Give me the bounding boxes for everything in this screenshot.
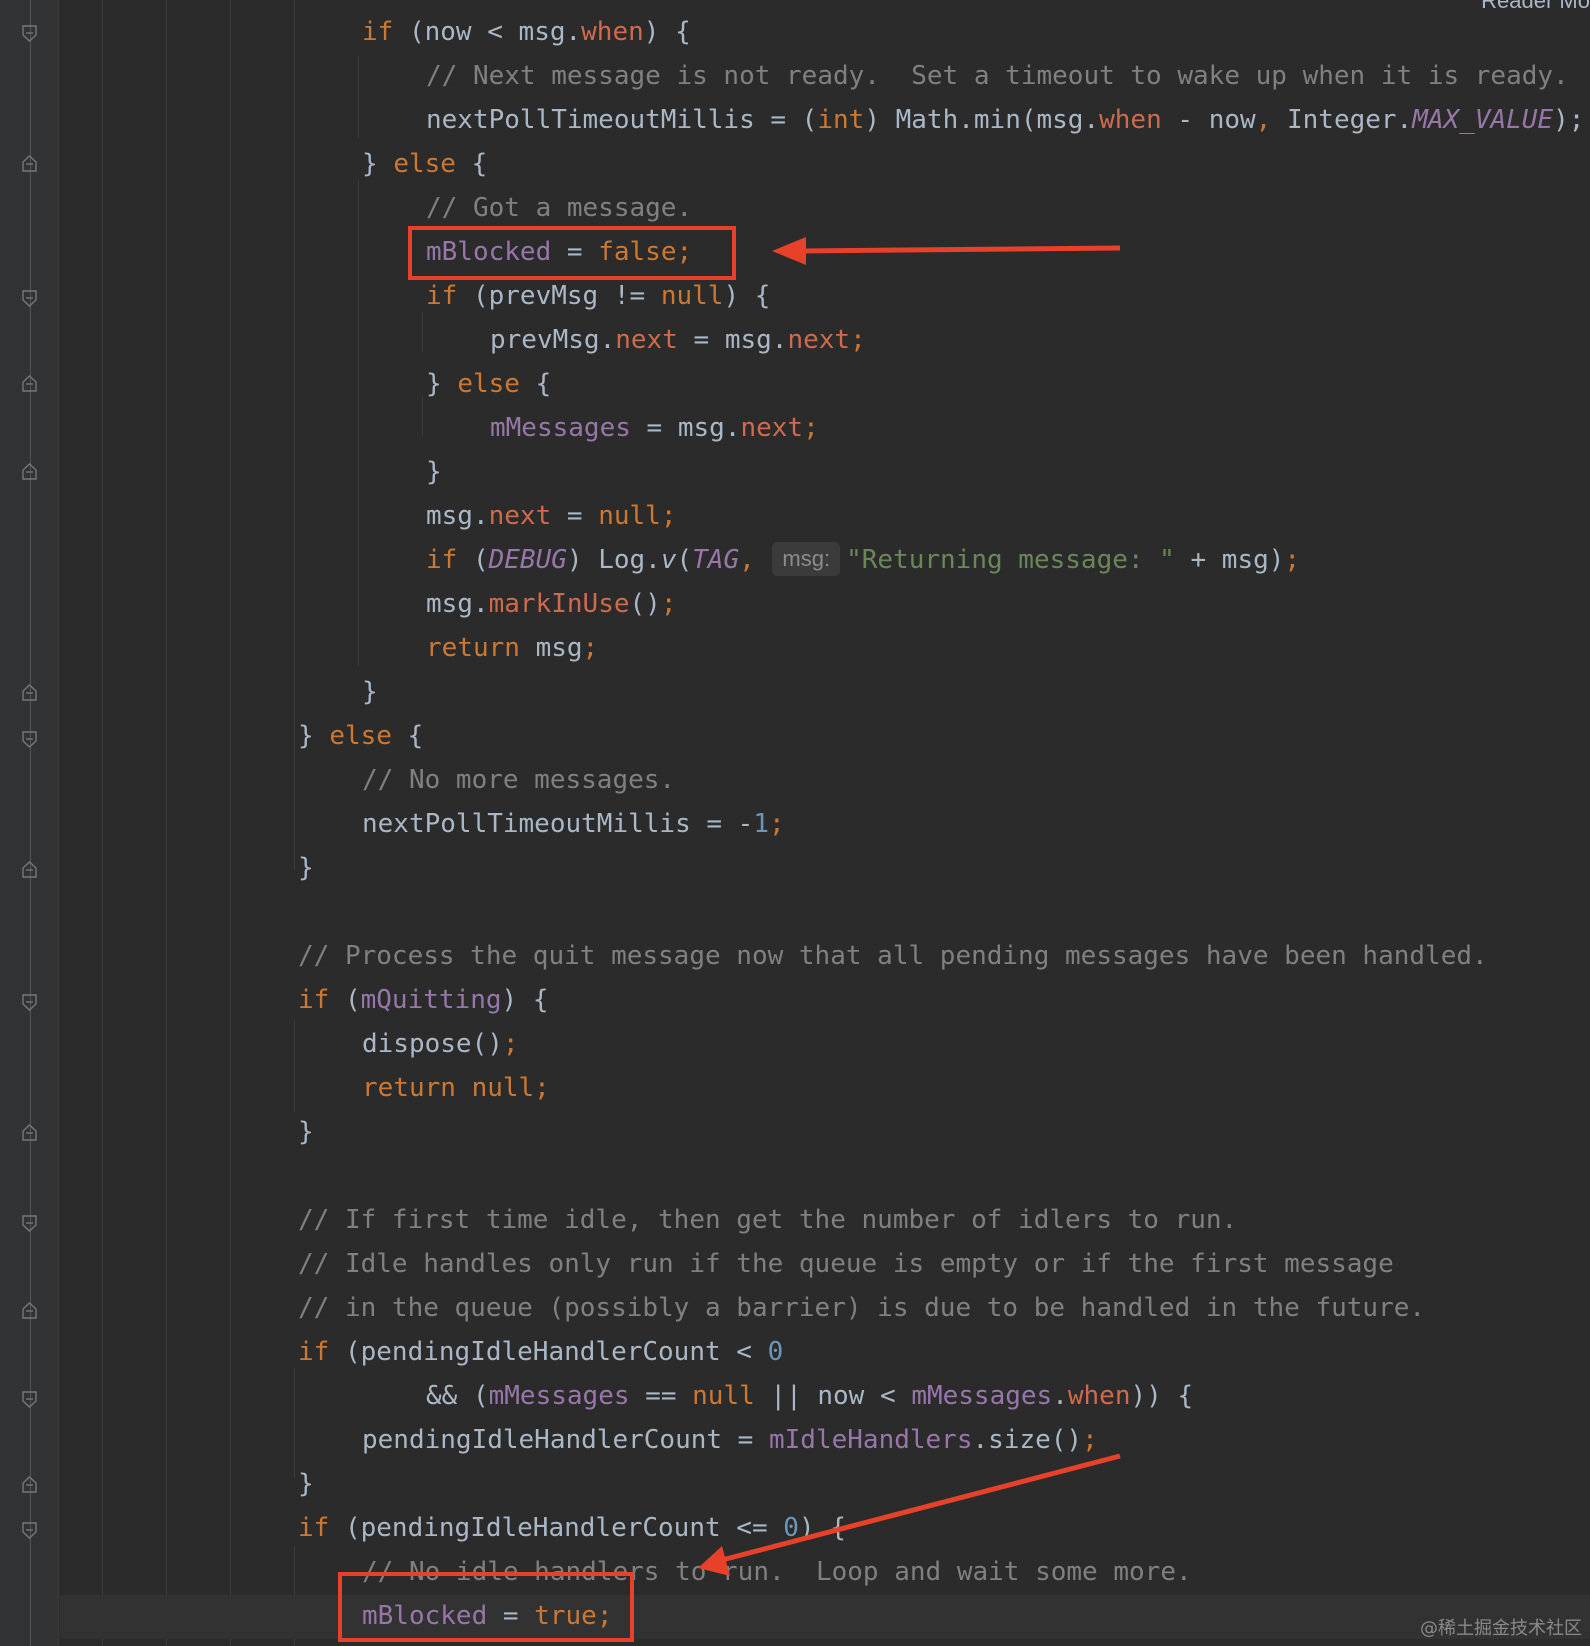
- arrow-icon: [698, 1453, 1121, 1576]
- watermark: @稀土掘金技术社区: [1420, 1618, 1582, 1639]
- arrow-icon: [772, 237, 1121, 265]
- annotation-arrows: [698, 237, 1121, 1576]
- reader-mode-button[interactable]: Reader Mo: [1481, 0, 1590, 14]
- code-editor[interactable]: if (now < msg.when) { // Next message is…: [0, 0, 1590, 1646]
